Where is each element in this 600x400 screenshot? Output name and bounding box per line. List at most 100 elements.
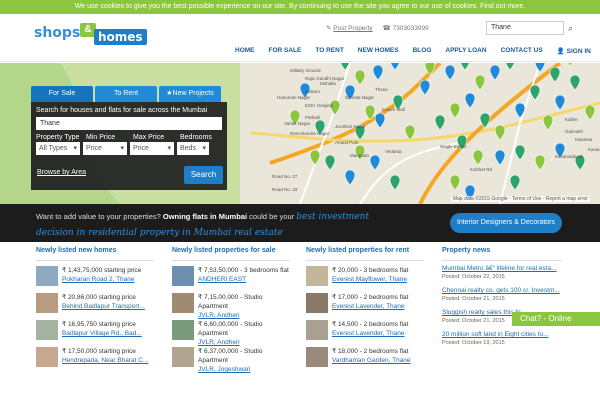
listing-item[interactable]: ₹ 1,43,75,000 starting price Pokharan Roa… xyxy=(36,265,154,292)
cookie-bar: We use cookies to give you the best poss… xyxy=(0,0,600,14)
listing-price: ₹ 17,50,000 starting price xyxy=(62,348,136,355)
news-item[interactable]: 20 million soft land in Eight cities to.… xyxy=(442,331,562,353)
col-title[interactable]: Newly listed properties for sale xyxy=(172,247,290,257)
tab-to-rent[interactable]: To Rent xyxy=(95,86,157,102)
listing-link[interactable]: JVLR, Jogeshwari xyxy=(198,365,290,374)
listing-item[interactable]: ₹ 16,95,750 starting price Badlapur Villa… xyxy=(36,319,154,346)
listing-item[interactable]: ₹ 6,60,00,000 - Studio Apartment JVLR, An… xyxy=(172,319,290,346)
listing-item[interactable]: ₹ 17,50,000 starting price Hendrepada, Ne… xyxy=(36,346,154,373)
map-label: Manpada xyxy=(350,153,369,158)
select-property-type[interactable]: All Types xyxy=(36,142,80,155)
listing-thumbnail[interactable] xyxy=(172,266,194,286)
listing-text: ₹ 14,500 - 2 bedrooms flat Everest Lavend… xyxy=(332,320,408,338)
map-label: Samata Nagar xyxy=(345,95,375,100)
listing-thumbnail[interactable] xyxy=(172,293,194,313)
news-title[interactable]: 20 million soft land in Eight cities to.… xyxy=(442,331,562,339)
listing-link[interactable]: Badlapur Village Rd., Bad... xyxy=(62,329,142,338)
header-search-input[interactable]: Thane xyxy=(486,21,564,35)
listing-link[interactable]: ANDHERI EAST xyxy=(198,275,289,284)
chat-widget[interactable]: Chat? - Online xyxy=(512,312,600,326)
col-news: Property news Mumbai Metro â€“ lifeline … xyxy=(442,247,562,353)
listing-item[interactable]: ₹ 14,500 - 2 bedrooms flat Everest Lavend… xyxy=(306,319,424,346)
map-label: Vartak Nagar xyxy=(284,121,311,126)
map-label: Vedanta xyxy=(385,149,402,154)
tab-for-sale[interactable]: For Sale xyxy=(31,86,93,102)
listing-link[interactable]: Everest Lavender, Thane xyxy=(332,329,408,338)
map-label: Mohalla xyxy=(320,81,336,86)
nav-home[interactable]: HOME xyxy=(228,47,262,55)
map-label: Kolshet Rd xyxy=(470,167,493,172)
listing-price: ₹ 1,43,75,000 starting price xyxy=(62,267,142,274)
interior-designers-button[interactable]: Interior Designers & Decorators xyxy=(450,213,562,233)
col-for-rent: Newly listed properties for rent ₹ 20,00… xyxy=(306,247,424,373)
map-label: Road No. 27 xyxy=(272,174,298,179)
listing-link[interactable]: Pokharan Road 2, Thane xyxy=(62,275,141,284)
search-icon[interactable]: ⌕ xyxy=(568,22,580,34)
listing-thumbnail[interactable] xyxy=(306,320,328,340)
listing-link[interactable]: Everest Lavender, Thane xyxy=(332,302,408,311)
listing-link[interactable]: Behind Badlapur Transport... xyxy=(62,302,145,311)
nav-for-sale[interactable]: FOR SALE xyxy=(262,47,309,55)
nav-to-rent[interactable]: TO RENT xyxy=(308,47,350,55)
site-header: shops & homes ✎ Post Property ☎ 73030339… xyxy=(0,14,600,62)
nav-new-homes[interactable]: NEW HOMES xyxy=(351,47,406,55)
listing-item[interactable]: ₹ 7,15,00,000 - Studio Apartment JVLR, An… xyxy=(172,292,290,319)
label-bedrooms: Bedrooms xyxy=(180,134,212,141)
listing-thumbnail[interactable] xyxy=(36,320,58,340)
col-title[interactable]: Property news xyxy=(442,247,562,257)
map-label: Jai Bhim Nagar xyxy=(335,124,366,129)
news-title[interactable]: Chennai realty co. gets 100 cr. Investm.… xyxy=(442,287,562,295)
map-label: Balkum xyxy=(305,89,320,94)
select-bedrooms[interactable]: Beds xyxy=(177,142,209,155)
listing-price: ₹ 20,000 - 3 bedrooms flat xyxy=(332,267,409,274)
news-item[interactable]: Mumbai Metro â€“ lifeline for real esta.… xyxy=(442,265,562,287)
col-title[interactable]: Newly listed new homes xyxy=(36,247,154,257)
listing-thumbnail[interactable] xyxy=(306,266,328,286)
logo-part2: homes xyxy=(94,29,147,45)
listing-text: ₹ 16,95,750 starting price Badlapur Villa… xyxy=(62,320,142,338)
listing-thumbnail[interactable] xyxy=(306,293,328,313)
nav-blog[interactable]: BLOG xyxy=(406,47,439,55)
listing-item[interactable]: ₹ 18,000 - 2 bedrooms flat Vardhaman Gard… xyxy=(306,346,424,373)
listing-item[interactable]: ₹ 7,53,50,000 - 3 bedrooms flat ANDHERI E… xyxy=(172,265,290,292)
listing-item[interactable]: ₹ 20,000 - 3 bedrooms flat Everest Mayflo… xyxy=(306,265,424,292)
listing-thumbnail[interactable] xyxy=(36,347,58,367)
listing-price: ₹ 6,60,00,000 - Studio Apartment xyxy=(198,321,263,337)
select-max-price[interactable]: Price xyxy=(130,142,174,155)
map-label: Kalher xyxy=(565,117,579,122)
listing-thumbnail[interactable] xyxy=(36,266,58,286)
main-nav: HOME FOR SALE TO RENT NEW HOMES BLOG APP… xyxy=(228,47,598,55)
user-icon: 👤 xyxy=(556,48,565,55)
nav-apply-loan[interactable]: APPLY LOAN xyxy=(438,47,493,55)
listing-thumbnail[interactable] xyxy=(306,347,328,367)
listing-thumbnail[interactable] xyxy=(172,347,194,367)
nav-sign-in[interactable]: 👤 SIGN IN xyxy=(550,47,598,55)
listing-link[interactable]: Vardhaman Garden, Thane xyxy=(332,356,411,365)
listing-text: ₹ 6,37,00,000 - Studio Apartment JVLR, Jo… xyxy=(198,347,290,374)
label-min-price: Min Price xyxy=(86,134,116,141)
col-new-homes: Newly listed new homes ₹ 1,43,75,000 sta… xyxy=(36,247,154,373)
listing-link[interactable]: Hendrepada, Near Bharat C... xyxy=(62,356,148,365)
site-logo[interactable]: shops & homes xyxy=(34,23,147,47)
col-for-sale: Newly listed properties for sale ₹ 7,53,… xyxy=(172,247,290,373)
listing-item[interactable]: ₹ 20,86,000 starting price Behind Badlapu… xyxy=(36,292,154,319)
listing-text: ₹ 20,000 - 3 bedrooms flat Everest Mayflo… xyxy=(332,266,408,284)
listing-item[interactable]: ₹ 6,37,00,000 - Studio Apartment JVLR, Jo… xyxy=(172,346,290,373)
logo-part1: shops xyxy=(34,25,81,41)
news-item[interactable]: Chennai realty co. gets 100 cr. Investm.… xyxy=(442,287,562,309)
tab-new-projects[interactable]: ★New Projects xyxy=(159,86,221,102)
news-title[interactable]: Mumbai Metro â€“ lifeline for real esta.… xyxy=(442,265,562,273)
phone-icon: ☎ xyxy=(382,25,391,32)
post-property-link[interactable]: ✎ Post Property xyxy=(326,24,373,32)
browse-by-area-link[interactable]: Browse by Area xyxy=(37,169,86,176)
news-date: Posted: October 21, 2015 xyxy=(442,296,505,302)
search-button[interactable]: Search xyxy=(184,166,223,184)
listing-thumbnail[interactable] xyxy=(172,320,194,340)
nav-contact-us[interactable]: CONTACT US xyxy=(494,47,550,55)
col-title[interactable]: Newly listed properties for rent xyxy=(306,247,424,257)
listing-thumbnail[interactable] xyxy=(36,293,58,313)
select-min-price[interactable]: Price xyxy=(83,142,127,155)
location-input[interactable]: Thane xyxy=(36,117,222,130)
listing-item[interactable]: ₹ 17,000 - 2 bedrooms flat Everest Lavend… xyxy=(306,292,424,319)
listing-link[interactable]: Everest Mayflower, Thane xyxy=(332,275,408,284)
